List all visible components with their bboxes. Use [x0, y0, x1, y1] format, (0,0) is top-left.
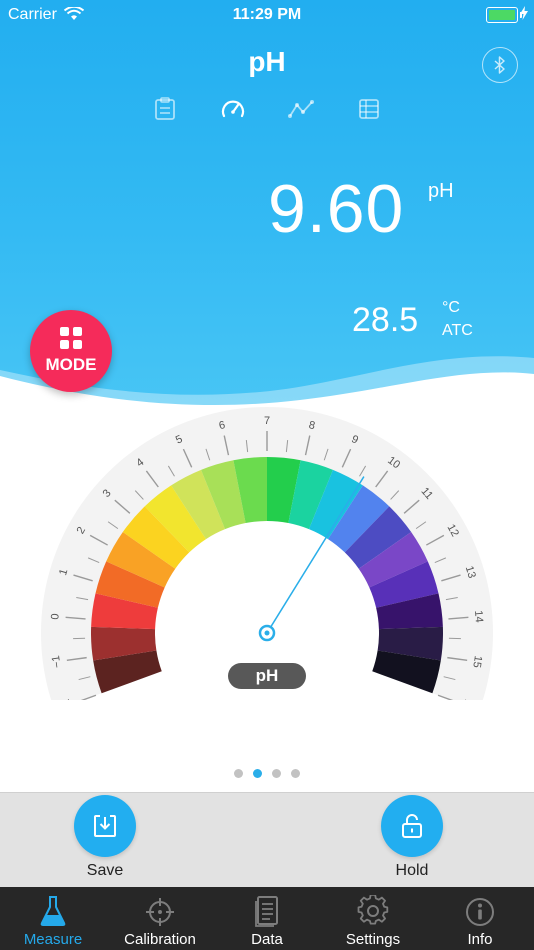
temperature-mode: ATC	[442, 322, 473, 339]
tab-settings-label: Settings	[345, 931, 401, 948]
bluetooth-icon	[494, 56, 505, 74]
page-title: pH	[248, 46, 286, 77]
action-bar: Save Hold	[0, 792, 534, 888]
tab-measure[interactable]: Measure	[0, 887, 106, 950]
gear-icon	[357, 895, 389, 925]
temperature-unit: °C	[442, 299, 460, 316]
gauge-scale-label: −1	[50, 655, 64, 669]
battery-icon	[486, 7, 522, 23]
tab-data[interactable]: Data	[214, 887, 320, 950]
gauge-pivot-center	[264, 630, 270, 636]
tab-bar: Measure Calibration Data Settings Info	[0, 887, 534, 950]
tab-info-label: Info	[467, 931, 493, 948]
table-icon	[359, 99, 379, 119]
gauge-scale-label: 15	[470, 655, 484, 669]
tab-settings[interactable]: Settings	[320, 887, 426, 950]
flask-icon	[40, 896, 66, 926]
hold-button[interactable]	[381, 795, 443, 857]
line-chart-icon	[288, 100, 314, 118]
gauge-icon	[221, 100, 245, 118]
mode-button[interactable]: MODE	[30, 310, 112, 392]
gauge-unit-label: pH	[228, 663, 306, 689]
tab-calibration[interactable]: Calibration	[107, 887, 213, 950]
clock: 11:29 PM	[232, 6, 302, 23]
view-tab-chart[interactable]	[288, 96, 314, 122]
view-switcher	[0, 96, 534, 124]
charging-icon	[520, 6, 528, 20]
crosshair-icon	[146, 898, 174, 926]
gauge-scale-label: 0	[49, 613, 61, 620]
ph-reading-value: 9.60	[268, 171, 405, 247]
unlock-icon	[402, 814, 422, 838]
temperature-value: 28.5	[352, 301, 419, 339]
view-tab-gauge[interactable]	[220, 96, 246, 122]
gauge-scale-label: 14	[472, 610, 485, 623]
page-dot[interactable]	[272, 769, 281, 778]
bluetooth-button[interactable]	[482, 47, 518, 83]
download-tray-icon	[94, 815, 116, 837]
tab-calibration-label: Calibration	[124, 931, 196, 948]
gauge-scale-label: 7	[264, 415, 270, 427]
hold-label: Hold	[395, 862, 429, 879]
page-dot[interactable]	[253, 769, 262, 778]
tab-info[interactable]: Info	[427, 887, 533, 950]
page-dot[interactable]	[234, 769, 243, 778]
view-tab-notes[interactable]	[152, 96, 178, 122]
save-action: Save	[55, 795, 155, 880]
hold-action: Hold	[362, 795, 462, 880]
ph-gauge: −2−1012345678910111213141516	[41, 407, 493, 700]
save-label: Save	[86, 862, 124, 879]
save-button[interactable]	[74, 795, 136, 857]
grid-icon	[60, 327, 82, 349]
page-dot[interactable]	[291, 769, 300, 778]
ph-reading-unit: pH	[428, 180, 454, 202]
view-tab-table[interactable]	[356, 96, 382, 122]
status-bar: Carrier 11:29 PM	[0, 0, 534, 30]
page-indicator	[0, 765, 534, 783]
tab-measure-label: Measure	[23, 931, 83, 948]
clipboard-icon	[155, 97, 175, 120]
tab-data-label: Data	[251, 931, 283, 948]
info-icon	[466, 898, 494, 926]
document-icon	[255, 896, 278, 927]
mode-button-label: MODE	[45, 355, 97, 374]
